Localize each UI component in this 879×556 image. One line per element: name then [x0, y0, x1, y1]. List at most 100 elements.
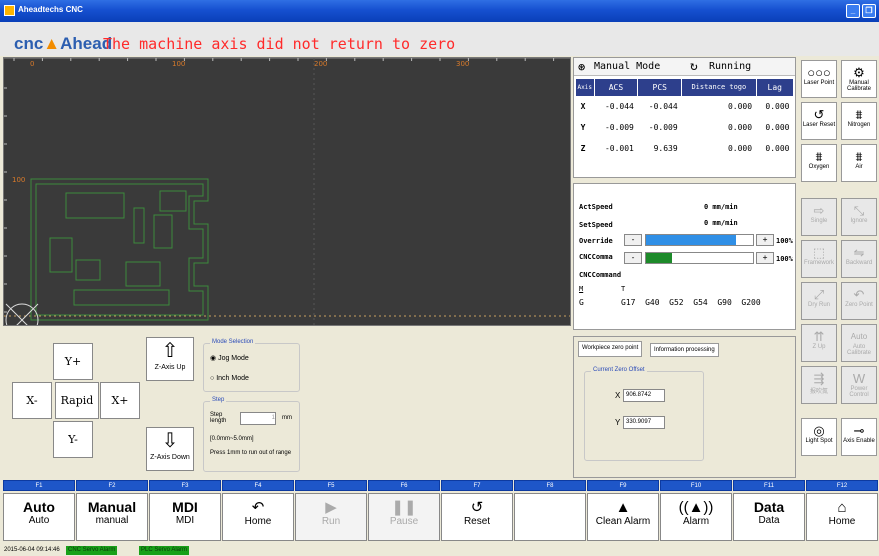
fkey-label: F2 [76, 480, 148, 491]
z-up-button[interactable]: ⇧ Z-Axis Up [146, 337, 194, 381]
house-icon: ⌂ [837, 499, 847, 516]
zero-point-icon: ↶ [853, 287, 865, 302]
fkey-button[interactable]: ↶ Home [222, 493, 294, 541]
z-down-button[interactable]: ⇩ Z-Axis Down [146, 427, 194, 471]
fkey-f9[interactable]: F9 ▲ Clean Alarm [587, 480, 659, 542]
tool-button[interactable]: ⇋ Backward [841, 240, 877, 278]
tool-button[interactable]: ⩩ Air [841, 144, 877, 182]
tool-button[interactable]: ↺ Laser Reset [801, 102, 837, 140]
fkey-button[interactable]: ❚❚ Pause [368, 493, 440, 541]
tab-information-processing[interactable]: Information processing [650, 343, 719, 357]
mode-selection-group: Mode Selection ◉ Jog Mode ○ Inch Mode [203, 339, 300, 392]
toolpath-view: 0 100 200 300 100 [4, 58, 570, 325]
x-plus-button[interactable]: X+ [100, 382, 140, 419]
x-minus-button[interactable]: X- [12, 382, 52, 419]
fkey-button[interactable]: Manual manual [76, 493, 148, 541]
cnccomma-label: CNCComma [579, 253, 613, 261]
fkey-button[interactable]: ▶ Run [295, 493, 367, 541]
rapid-button[interactable]: Rapid [55, 382, 99, 419]
override-increase-button[interactable]: + [756, 234, 774, 246]
fkey-label: F4 [222, 480, 294, 491]
fkey-f1[interactable]: F1 Auto Auto [3, 480, 75, 542]
override-decrease-button[interactable]: - [624, 234, 642, 246]
cnc-command-label: CNCCommand [579, 271, 622, 279]
table-row: X -0.044 -0.044 0.000 0.000 [576, 96, 794, 117]
tool-button[interactable]: ⤡ Ignore [841, 198, 877, 236]
cnccomma-increase-button[interactable]: + [756, 252, 774, 264]
tool-button[interactable]: ⇈ Z Up [801, 324, 837, 362]
fkey-f10[interactable]: F10 ((▲)) Alarm [660, 480, 732, 542]
cnccomma-bar [645, 252, 754, 264]
tool-label: Ignore [850, 218, 868, 224]
inch-mode-radio[interactable]: ○ Inch Mode [210, 375, 249, 382]
restore-icon[interactable]: ❐ [862, 4, 876, 18]
fkey-f4[interactable]: F4 ↶ Home [222, 480, 294, 542]
function-key-bar: F1 Auto Auto F2 Manual manual F3 MDI MDI F4 ↶ Home F… [0, 480, 879, 544]
fkey-f11[interactable]: F11 Data Data [733, 480, 805, 542]
g-code-label: G [579, 298, 584, 307]
fkey-button[interactable]: MDI MDI [149, 493, 221, 541]
x-offset-field: 906.8742 [623, 389, 665, 402]
step-input[interactable]: 1 [240, 412, 276, 425]
fkey-button[interactable]: ↺ Reset [441, 493, 513, 541]
fkey-button[interactable] [514, 493, 586, 541]
set-speed-value: 0 mm/min [704, 219, 738, 227]
fkey-subtitle: Alarm [682, 516, 710, 527]
fkey-label: F8 [514, 480, 586, 491]
z-up-label: Z-Axis Up [154, 364, 186, 371]
jog-mode-label: Jog Mode [218, 355, 249, 362]
tool-button[interactable]: ⩩ Oxygen [801, 144, 837, 182]
fkey-title: MDI [172, 499, 198, 515]
fkey-button[interactable]: ((▲)) Alarm [660, 493, 732, 541]
fkey-f7[interactable]: F7 ↺ Reset [441, 480, 513, 542]
fkey-f8[interactable]: F8 [514, 480, 586, 542]
x-offset-label: X [615, 391, 621, 400]
tool-button[interactable]: ⩩ Nitrogen [841, 102, 877, 140]
fkey-button[interactable]: ▲ Clean Alarm [587, 493, 659, 541]
tab-workpiece-zero[interactable]: Workpiece zero point [578, 341, 643, 357]
tool-button[interactable]: ⇨ Single [801, 198, 837, 236]
fkey-button[interactable]: ⌂ Home [806, 493, 878, 541]
fkey-f2[interactable]: F2 Manual manual [76, 480, 148, 542]
tool-button[interactable]: ⊸ Axis Enable [841, 418, 877, 456]
datetime: 2015-06-04 09:14:46 [4, 547, 60, 553]
workpiece-panel: Workpiece zero point Information process… [573, 336, 796, 478]
axis-name: X [580, 102, 586, 111]
calibrate-icon: ⚙ [853, 65, 865, 80]
fkey-f5[interactable]: F5 ▶ Run [295, 480, 367, 542]
jog-mode-radio[interactable]: ◉ Jog Mode [210, 354, 249, 362]
table-row: Z -0.001 9.639 0.000 0.000 [576, 138, 794, 159]
tool-button[interactable]: Auto Auto Calibrate [841, 324, 877, 362]
reset-icon: ↺ [813, 107, 825, 122]
tool-button[interactable]: ⬚ Framework [801, 240, 837, 278]
fkey-f3[interactable]: F3 MDI MDI [149, 480, 221, 542]
part-contour [30, 178, 209, 321]
tool-label: Framework [803, 260, 834, 266]
tool-button[interactable]: W Power Control [841, 366, 877, 404]
cnccomma-decrease-button[interactable]: - [624, 252, 642, 264]
fkey-subtitle: Pause [389, 516, 419, 527]
drawing-canvas[interactable]: 0 100 200 300 100 [3, 57, 571, 326]
y-minus-button[interactable]: Y- [53, 421, 93, 458]
minimize-icon[interactable]: _ [846, 4, 860, 18]
col-pcs: PCS [637, 79, 683, 96]
fkey-f6[interactable]: F6 ❚❚ Pause [368, 480, 440, 542]
alarm-icon: ((▲)) [678, 499, 714, 516]
tool-button[interactable]: ↶ Zero Point [841, 282, 877, 320]
tool-label: Laser Reset [802, 122, 836, 128]
fkey-f12[interactable]: F12 ⌂ Home [806, 480, 878, 542]
togo-value: 0.000 [727, 102, 753, 111]
y-plus-button[interactable]: Y+ [53, 343, 93, 380]
tool-button[interactable]: ◎ Light Spot [801, 418, 837, 456]
tool-button[interactable]: ○○○ Laser Point [801, 60, 837, 98]
fkey-button[interactable]: Auto Auto [3, 493, 75, 541]
tool-label: Light Spot [805, 438, 833, 444]
tool-label: Nitrogen [847, 122, 871, 128]
tool-button[interactable]: ⚙ Manual Calibrate [841, 60, 877, 98]
cnccomma-percent: 100% [776, 255, 793, 263]
tool-button[interactable]: ⇶ 报吹氮 [801, 366, 837, 404]
axis-status-panel: ⊛ Manual Mode ↻ Running Axis ACS PCS Dis… [573, 57, 796, 178]
ruler-label: 100 [12, 176, 25, 184]
fkey-button[interactable]: Data Data [733, 493, 805, 541]
tool-button[interactable]: ⤢ Dry Run [801, 282, 837, 320]
